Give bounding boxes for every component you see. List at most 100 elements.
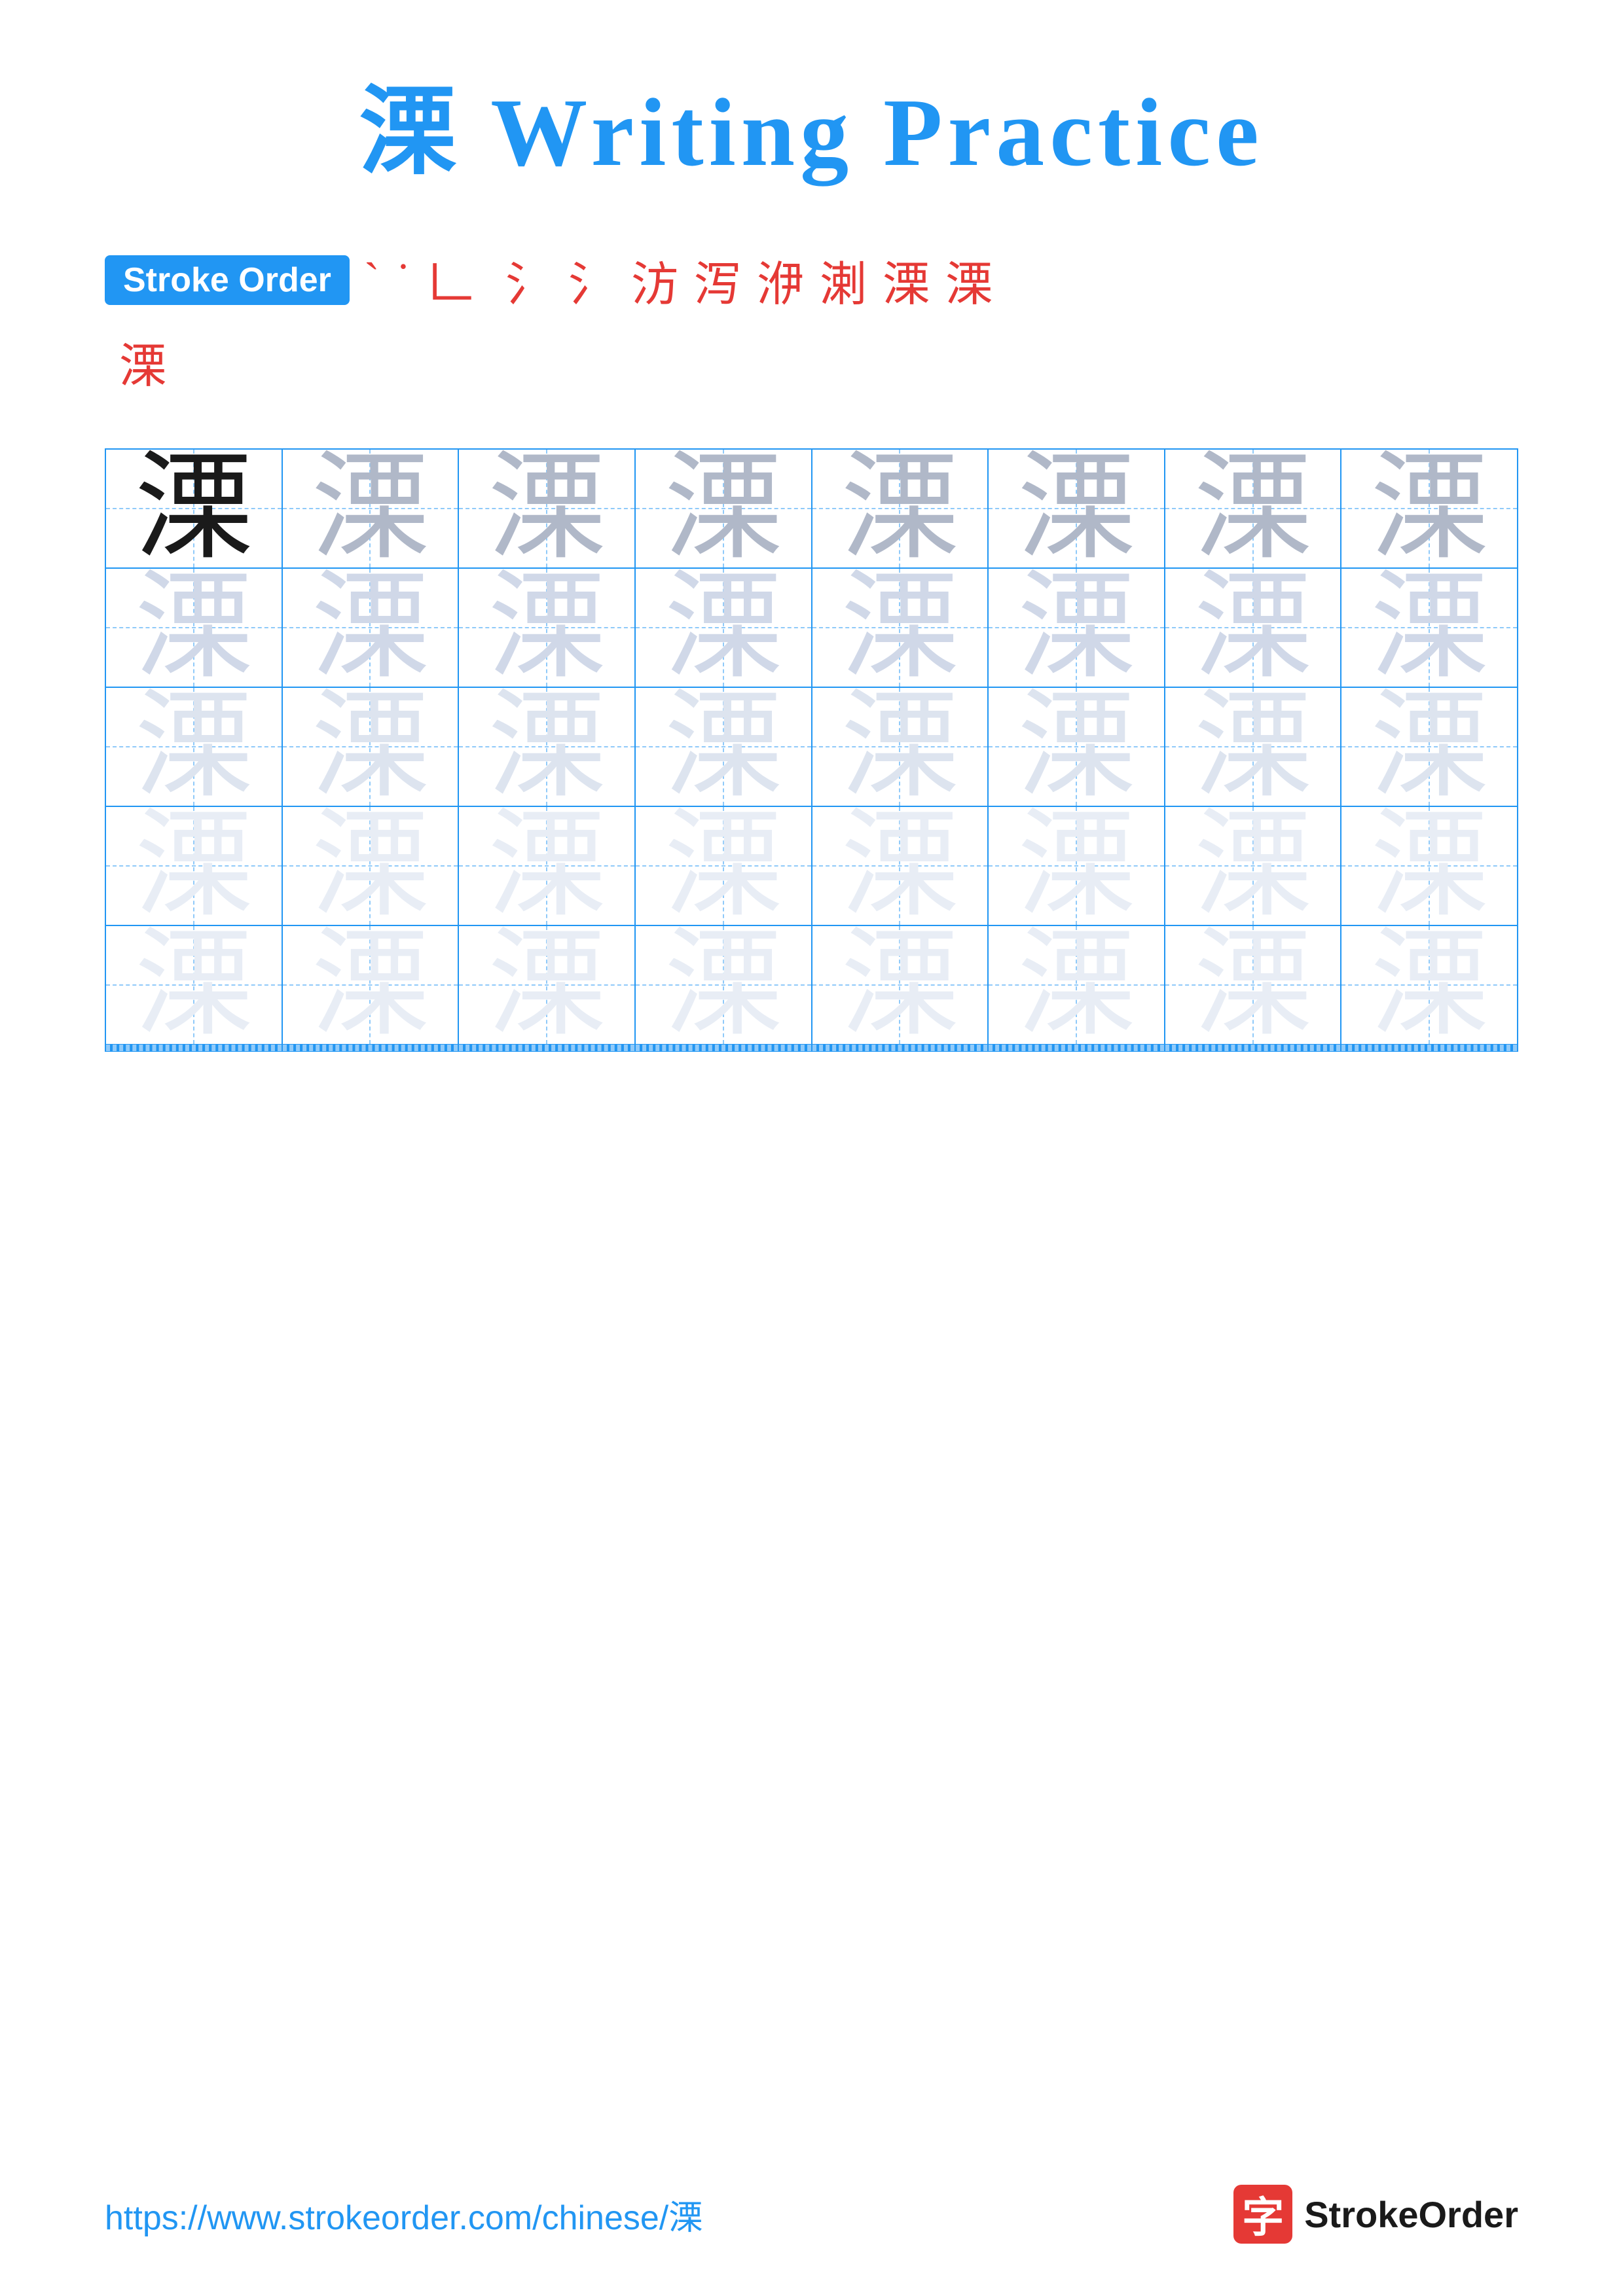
practice-char: 溧 [135, 443, 253, 573]
practice-char: 溧 [1017, 920, 1135, 1050]
grid-cell: 溧 [812, 568, 989, 687]
grid-cell: 溧 [812, 806, 989, 925]
practice-char: 溧 [1017, 443, 1135, 573]
practice-char: 溧 [488, 681, 606, 812]
grid-cell: 溧 [458, 806, 635, 925]
grid-cell: 溧 [282, 925, 459, 1045]
grid-cell: 溧 [988, 687, 1165, 806]
practice-char: 溧 [135, 920, 253, 1050]
grid-cell: 溧 [635, 806, 812, 925]
grid-row-1: 溧 溧 溧 溧 溧 溧 溧 [105, 449, 1518, 568]
stroke-10: 溂 [812, 245, 875, 314]
grid-cell [988, 1050, 1165, 1051]
stroke-last-line: 溧 [119, 327, 1518, 396]
grid-cell: 溧 [105, 806, 282, 925]
grid-cell: 溧 [988, 925, 1165, 1045]
grid-cell: 溧 [1165, 806, 1341, 925]
grid-cell: 溧 [458, 449, 635, 568]
practice-char: 溧 [1017, 562, 1135, 692]
grid-cell: 溧 [105, 925, 282, 1045]
grid-cell [812, 1050, 989, 1051]
grid-cell: 溧 [635, 568, 812, 687]
grid-cell [105, 1050, 282, 1051]
grid-cell [1165, 1050, 1341, 1051]
page: 溧 Writing Practice Stroke Order ` ˙ 𠃊 𠃎 … [0, 0, 1623, 2296]
stroke-5: 氵 [498, 245, 560, 314]
grid-cell: 溧 [812, 687, 989, 806]
practice-char: 溧 [135, 800, 253, 931]
stroke-11: 溧 [875, 245, 938, 314]
practice-char: 溧 [311, 443, 429, 573]
practice-char: 溧 [665, 800, 782, 931]
stroke-3: 𠃊 [419, 245, 482, 314]
grid-cell: 溧 [282, 687, 459, 806]
grid-row-5: 溧 溧 溧 溧 溧 溧 溧 [105, 925, 1518, 1045]
practice-char: 溧 [1194, 681, 1312, 812]
grid-cell: 溧 [458, 925, 635, 1045]
grid-row-3: 溧 溧 溧 溧 溧 溧 溧 [105, 687, 1518, 806]
title-chinese-char: 溧 [359, 79, 461, 187]
grid-cell: 溧 [988, 568, 1165, 687]
page-title: 溧 Writing Practice [359, 52, 1264, 193]
grid-row-10 [105, 1050, 1518, 1051]
grid-row-2: 溧 溧 溧 溧 溧 溧 溧 [105, 568, 1518, 687]
practice-char: 溧 [1370, 920, 1488, 1050]
stroke-7: 汸 [623, 245, 686, 314]
practice-char: 溧 [135, 562, 253, 692]
practice-char: 溧 [665, 562, 782, 692]
stroke-12: 溧 [938, 245, 1000, 314]
grid-cell: 溧 [635, 687, 812, 806]
practice-char: 溧 [488, 800, 606, 931]
stroke-order-row: Stroke Order ` ˙ 𠃊 𠃎 氵 氵 汸 泻 洢 溂 溧 溧 [105, 245, 1518, 314]
practice-char: 溧 [1370, 562, 1488, 692]
grid-cell [635, 1050, 812, 1051]
stroke-4: 𠃎 [482, 253, 498, 307]
grid-cell: 溧 [1341, 925, 1518, 1045]
grid-cell: 溧 [812, 449, 989, 568]
stroke-order-badge: Stroke Order [105, 255, 350, 305]
practice-char: 溧 [841, 562, 958, 692]
stroke-order-section: Stroke Order ` ˙ 𠃊 𠃎 氵 氵 汸 泻 洢 溂 溧 溧 溧 [105, 245, 1518, 396]
grid-cell: 溧 [105, 687, 282, 806]
practice-char: 溧 [1370, 800, 1488, 931]
grid-cell: 溧 [105, 568, 282, 687]
stroke-sequence: ` ˙ 𠃊 𠃎 氵 氵 汸 泻 洢 溂 溧 溧 [356, 245, 1000, 314]
practice-char: 溧 [1194, 800, 1312, 931]
practice-char: 溧 [1017, 681, 1135, 812]
practice-char: 溧 [665, 443, 782, 573]
practice-char: 溧 [488, 443, 606, 573]
practice-char: 溧 [135, 681, 253, 812]
practice-char: 溧 [1194, 443, 1312, 573]
practice-char: 溧 [665, 681, 782, 812]
grid-cell: 溧 [282, 449, 459, 568]
practice-char: 溧 [841, 681, 958, 812]
grid-cell: 溧 [458, 568, 635, 687]
footer-logo-text: StrokeOrder [1304, 2193, 1518, 2236]
grid-cell [282, 1050, 459, 1051]
grid-cell: 溧 [1165, 687, 1341, 806]
practice-char: 溧 [488, 562, 606, 692]
grid-cell: 溧 [1341, 806, 1518, 925]
practice-char: 溧 [488, 920, 606, 1050]
title-text: Writing Practice [461, 79, 1264, 187]
grid-cell: 溧 [1165, 925, 1341, 1045]
practice-char: 溧 [1017, 800, 1135, 931]
footer-url[interactable]: https://www.strokeorder.com/chinese/溧 [105, 2190, 702, 2239]
stroke-9: 洢 [749, 245, 812, 314]
practice-char: 溧 [311, 681, 429, 812]
grid-cell: 溧 [1341, 687, 1518, 806]
practice-char: 溧 [311, 800, 429, 931]
grid-cell: 溧 [282, 568, 459, 687]
practice-char: 溧 [1194, 562, 1312, 692]
grid-cell: 溧 [105, 449, 282, 568]
grid-cell: 溧 [812, 925, 989, 1045]
stroke-6: 氵 [560, 245, 623, 314]
grid-cell: 溧 [1165, 568, 1341, 687]
grid-cell: 溧 [1341, 449, 1518, 568]
practice-char: 溧 [665, 920, 782, 1050]
footer-logo: 字 StrokeOrder [1233, 2185, 1518, 2244]
grid-cell [1341, 1050, 1518, 1051]
practice-char: 溧 [841, 800, 958, 931]
stroke-2: ˙ [388, 253, 419, 307]
practice-grid: 溧 溧 溧 溧 溧 溧 溧 [105, 448, 1518, 1052]
